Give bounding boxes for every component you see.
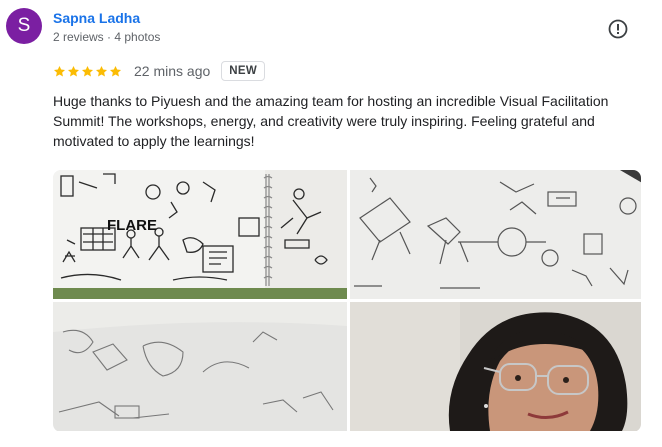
photo-grid: FLARE [53, 170, 641, 432]
review-text: Huge thanks to Piyuesh and the amazing t… [53, 93, 609, 149]
review-time: 22 mins ago [134, 63, 211, 79]
photo-1[interactable]: FLARE [53, 170, 347, 299]
review-card: S Sapna Ladha 2 reviews · 4 photos 22 mi… [0, 0, 662, 447]
reviewer-name[interactable]: Sapna Ladha [53, 10, 140, 26]
reviewer-meta: 2 reviews · 4 photos [53, 30, 161, 44]
star-icon [95, 65, 108, 76]
new-badge: NEW [221, 61, 266, 81]
rating-row: 22 mins ago NEW [53, 60, 266, 82]
report-icon [608, 19, 628, 39]
star-icon [109, 65, 122, 76]
report-button[interactable] [606, 17, 630, 41]
star-rating [53, 65, 122, 78]
photo-1-flare-text: FLARE [107, 217, 157, 234]
photo-3[interactable] [53, 302, 347, 431]
star-icon [81, 65, 94, 76]
star-icon [53, 65, 66, 76]
photo-4[interactable] [350, 302, 641, 431]
photo-2[interactable] [350, 170, 641, 299]
star-icon [67, 65, 80, 76]
avatar[interactable]: S [6, 8, 42, 44]
